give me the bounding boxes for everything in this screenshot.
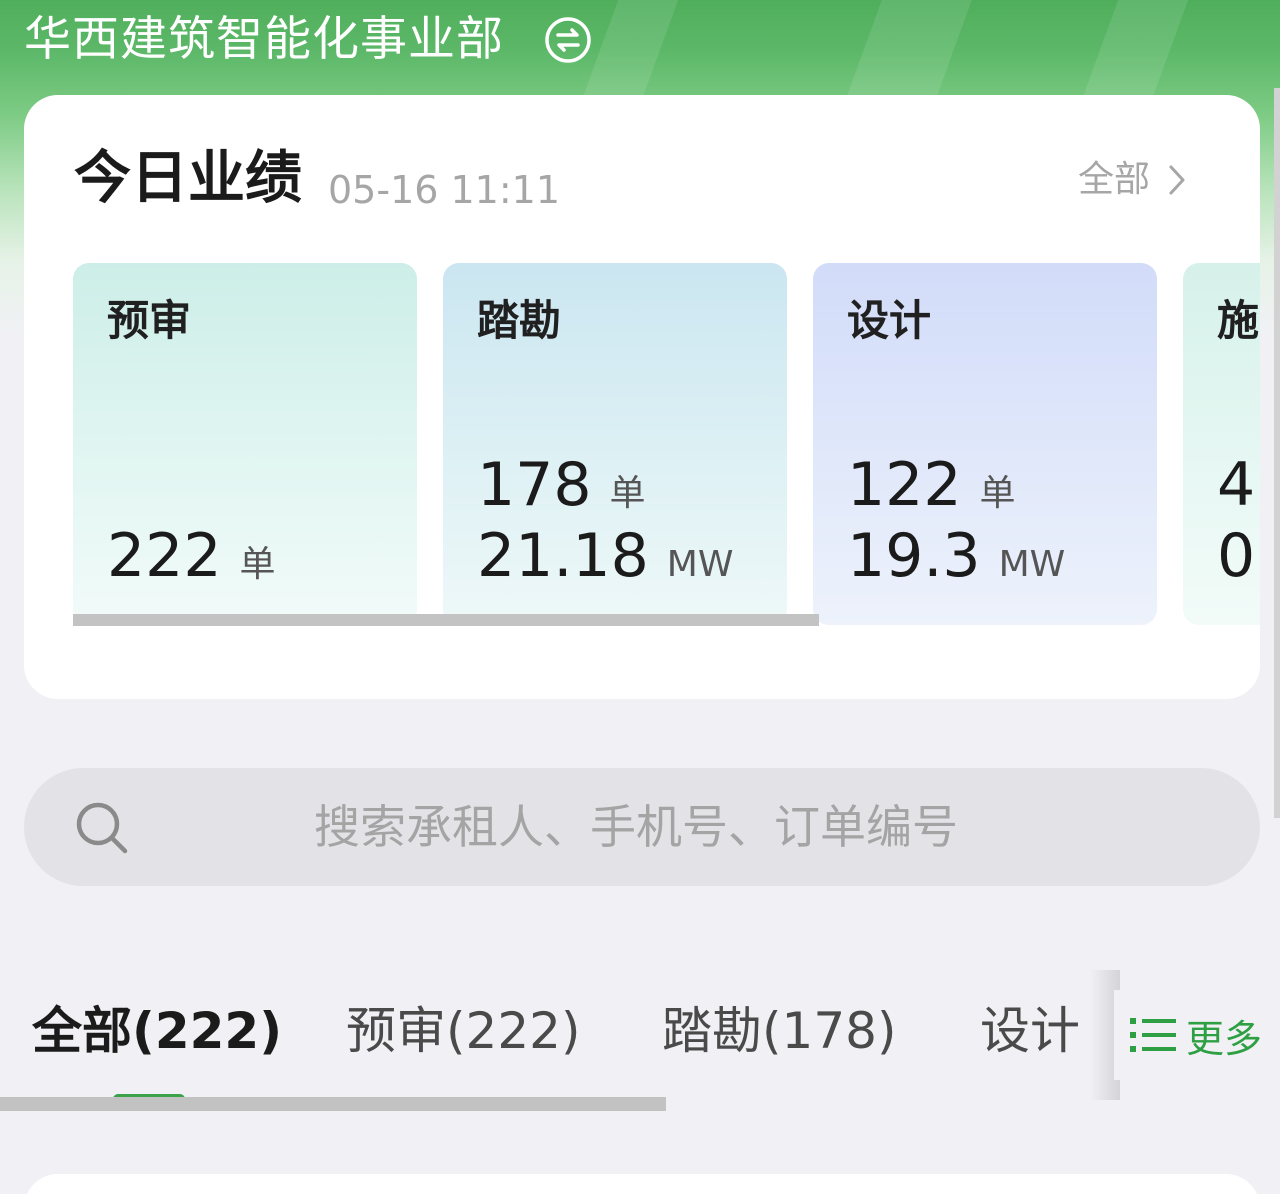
stat-card-label: 设计 [847,296,932,345]
performance-datetime: 05-16 11:11 [328,168,561,212]
stat-count: 122 单 [847,450,1016,520]
stat-capacity: 0. [1217,521,1260,591]
stat-value: 0. [1217,521,1260,591]
stat-value: 122 [847,450,962,520]
stat-card-design[interactable]: 设计 122 单 19.3 MW [813,263,1157,625]
stat-unit: 单 [239,544,276,585]
tabs-scrollbar[interactable] [0,1097,666,1111]
org-name[interactable]: 华西建筑智能化事业部 [24,10,504,70]
stat-value: 19.3 [847,521,981,591]
search-input[interactable]: 搜索承租人、手机号、订单编号 [24,768,1260,886]
tab-design[interactable]: 设计 [980,996,1080,1066]
stat-count: 178 单 [477,450,646,520]
stat-unit: MW [998,544,1066,585]
page-scrollbar[interactable] [1274,88,1280,818]
stat-count: 4 [1217,450,1255,520]
order-status-tabs: 全部(222) 预审(222) 踏勘(178) 设计 [0,990,1110,1080]
cards-scrollbar[interactable] [73,614,819,626]
view-all-link[interactable]: 全部 [1078,157,1186,203]
stat-value: 178 [477,450,592,520]
stat-card-label: 踏勘 [477,296,562,345]
more-tabs-button[interactable]: 更多 [1114,990,1280,1080]
today-performance-card: 今日业绩 05-16 11:11 全部 预审 222 单 踏勘 178 单 21… [24,95,1260,699]
stat-card-construction[interactable]: 施 4 0. [1183,263,1260,625]
tab-prereview[interactable]: 预审(222) [346,996,580,1066]
switch-arrows-icon[interactable] [544,16,592,64]
stat-value: 21.18 [477,521,649,591]
stat-card-label: 施 [1217,296,1260,345]
tab-survey[interactable]: 踏勘(178) [662,996,896,1066]
view-all-label: 全部 [1078,159,1151,200]
performance-title: 今日业绩 [74,145,302,211]
stat-value: 222 [107,521,222,591]
stat-value: 4 [1217,450,1256,520]
stat-count: 222 单 [107,521,276,591]
list-icon [1130,1018,1176,1052]
order-list-card [24,1174,1260,1194]
stat-card-prereview[interactable]: 预审 222 单 [73,263,417,625]
more-label: 更多 [1186,1016,1263,1061]
search-icon [76,802,128,854]
stat-unit: 单 [979,473,1016,514]
stat-unit: 单 [609,473,646,514]
stat-capacity: 19.3 MW [847,521,1065,591]
stat-unit: MW [666,544,734,585]
stat-capacity: 21.18 MW [477,521,733,591]
search-placeholder: 搜索承租人、手机号、订单编号 [314,800,958,854]
stat-card-survey[interactable]: 踏勘 178 单 21.18 MW [443,263,787,625]
tab-all[interactable]: 全部(222) [32,996,282,1066]
stat-card-label: 预审 [107,296,192,345]
chevron-right-icon [1169,165,1185,195]
